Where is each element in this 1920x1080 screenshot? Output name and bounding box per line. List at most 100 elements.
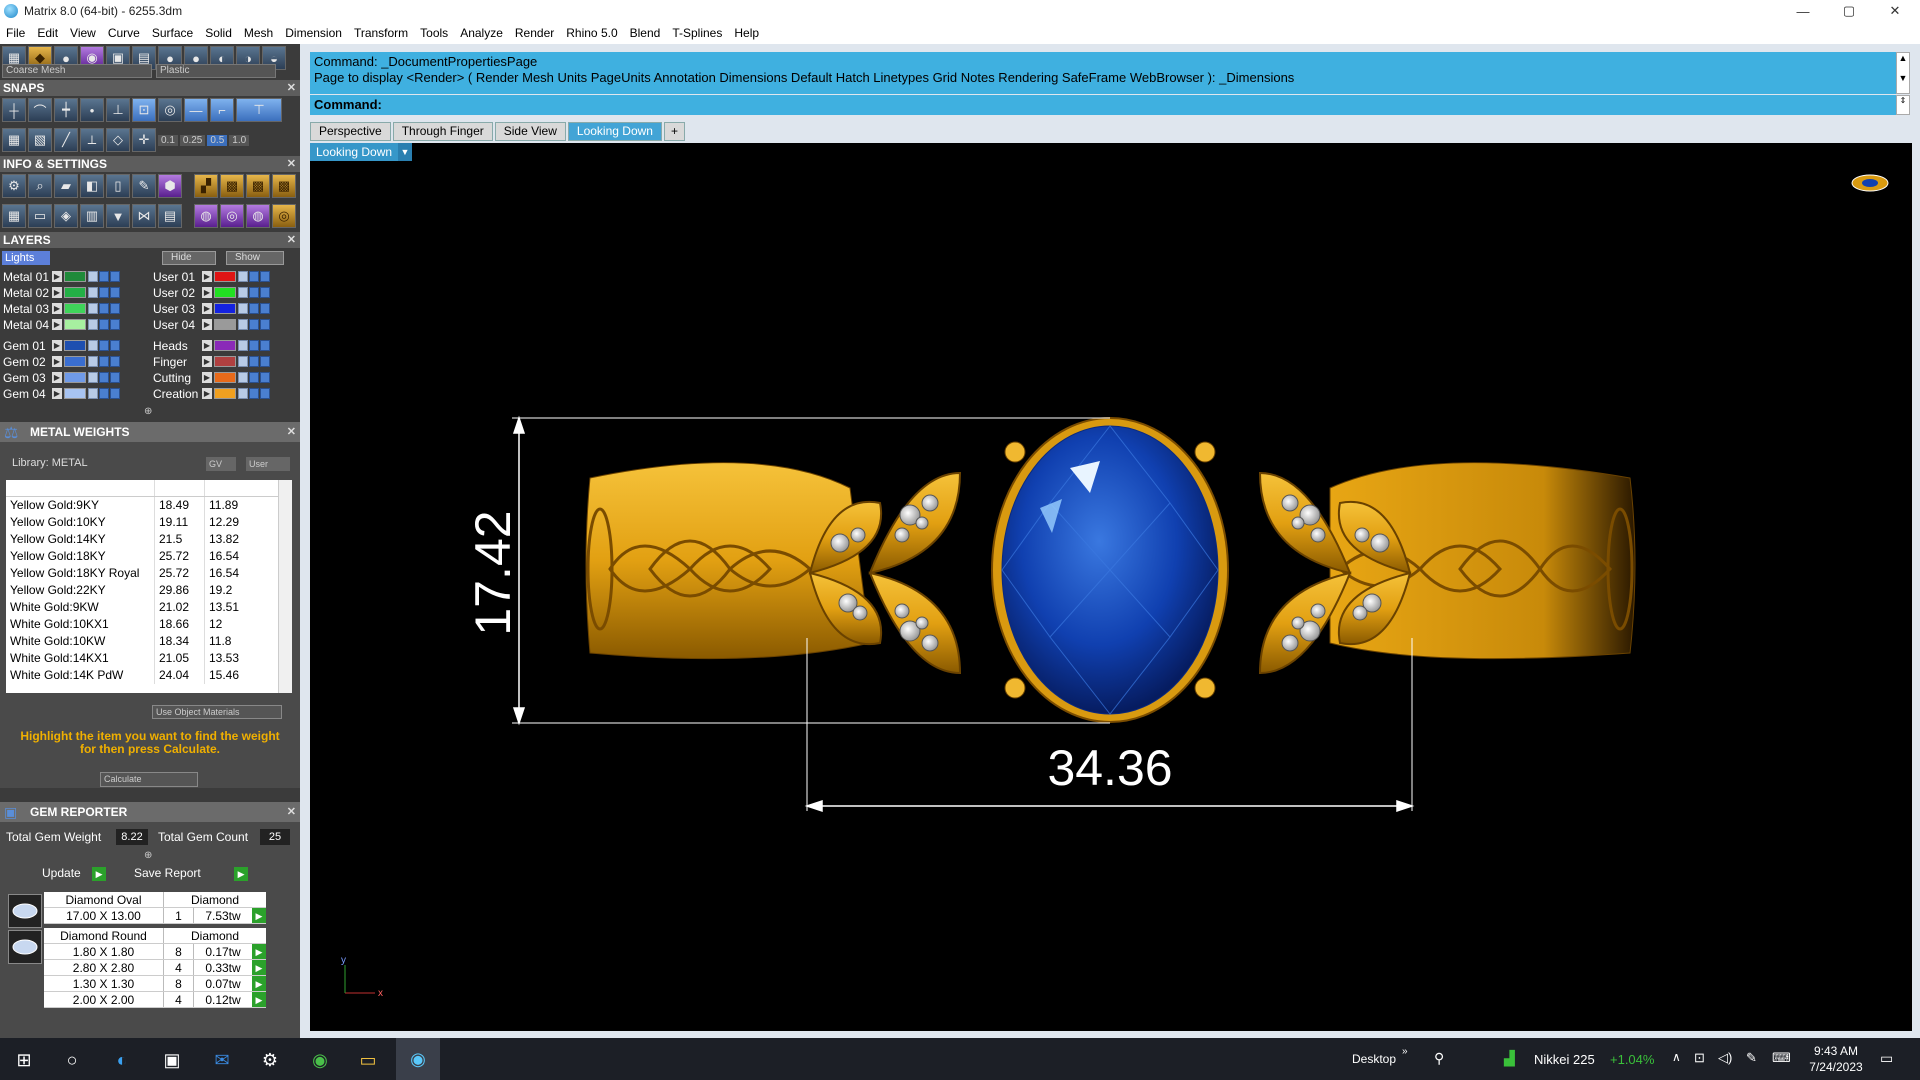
layer-visible-icon[interactable] <box>249 340 259 351</box>
command-scrollbar[interactable]: ▲ ▼ <box>1896 52 1910 94</box>
table-row[interactable]: Yellow Gold:22KY 29.86 19.2 <box>6 582 282 599</box>
layer-row[interactable]: Metal 02 ▶ <box>0 285 121 300</box>
snap-perp-icon[interactable]: ⊥ <box>106 98 130 122</box>
layer-row[interactable]: Finger ▶ <box>150 354 271 369</box>
layer-visible-icon[interactable] <box>249 388 259 399</box>
gem-row[interactable]: 2.80 X 2.80 4 0.33tw ▶ <box>44 960 266 976</box>
layer-expand-icon[interactable]: ▶ <box>202 340 212 351</box>
material-select[interactable]: Plastic <box>156 64 276 78</box>
command-spin[interactable]: ⇕ <box>1896 95 1910 115</box>
snap-diamond-icon[interactable]: ◇ <box>106 128 130 152</box>
gem-select-icon[interactable]: ▶ <box>252 992 266 1007</box>
layer-color-swatch[interactable] <box>64 319 86 330</box>
layer-visible-icon[interactable] <box>99 388 109 399</box>
ring3-icon[interactable]: ◍ <box>246 204 270 228</box>
gem-row[interactable]: 17.00 X 13.00 1 7.53tw ▶ <box>44 908 266 924</box>
table-row[interactable]: White Gold:10KW 18.34 11.8 <box>6 633 282 650</box>
snap-end-icon[interactable]: ┼ <box>2 98 26 122</box>
layer-row[interactable]: Heads ▶ <box>150 338 271 353</box>
update-button[interactable]: Update ▶ <box>42 866 107 881</box>
layer-expand-icon[interactable]: ▶ <box>52 340 62 351</box>
layer-lock-icon[interactable] <box>238 388 248 399</box>
layer-current-icon[interactable] <box>110 356 120 367</box>
layer-expand-icon[interactable]: ▶ <box>52 271 62 282</box>
layer-color-swatch[interactable] <box>64 287 86 298</box>
grid-value-3[interactable]: 0.5 <box>207 134 228 146</box>
menu-dimension[interactable]: Dimension <box>285 26 342 40</box>
table-row[interactable]: White Gold:9KW 21.02 13.51 <box>6 599 282 616</box>
user-toggle[interactable]: User <box>246 457 290 471</box>
hide-button[interactable]: Hide <box>162 251 216 265</box>
pen-icon[interactable]: ✎ <box>1746 1050 1757 1066</box>
layer-color-swatch[interactable] <box>64 388 86 399</box>
minimize-button[interactable]: — <box>1780 0 1826 22</box>
layer-lock-icon[interactable] <box>88 287 98 298</box>
layer-lock-icon[interactable] <box>88 340 98 351</box>
layer-color-swatch[interactable] <box>64 303 86 314</box>
tray-chevron-icon[interactable]: ∧ <box>1672 1050 1681 1064</box>
layer-lock-icon[interactable] <box>238 271 248 282</box>
rhino-icon[interactable]: ⚙ <box>256 1046 284 1074</box>
grid-value-4[interactable]: 1.0 <box>229 134 250 146</box>
frame-icon[interactable]: ▩ <box>220 174 244 198</box>
menu-curve[interactable]: Curve <box>108 26 140 40</box>
layer-row[interactable]: Gem 03 ▶ <box>0 370 121 385</box>
layer-expand-icon[interactable]: ▶ <box>52 372 62 383</box>
snap-mid-icon[interactable]: ┿ <box>54 98 78 122</box>
calculate-button[interactable]: Calculate <box>100 772 198 787</box>
gem-select-icon[interactable]: ▶ <box>252 976 266 991</box>
layer-expand-icon[interactable]: ▶ <box>52 319 62 330</box>
layer-expand-icon[interactable]: ▶ <box>52 356 62 367</box>
layer-color-swatch[interactable] <box>64 372 86 383</box>
layer-color-swatch[interactable] <box>214 271 236 282</box>
table-row[interactable]: White Gold:10KX1 18.66 12 <box>6 616 282 633</box>
menu-blend[interactable]: Blend <box>630 26 661 40</box>
layer-lock-icon[interactable] <box>88 319 98 330</box>
grams-header[interactable]: Grams <box>154 480 204 496</box>
menu-surface[interactable]: Surface <box>152 26 193 40</box>
layer-visible-icon[interactable] <box>99 319 109 330</box>
layer-row[interactable]: Metal 04 ▶ <box>0 317 121 332</box>
layer-lock-icon[interactable] <box>88 271 98 282</box>
gem-select-icon[interactable]: ▶ <box>252 944 266 959</box>
menu-rhino[interactable]: Rhino 5.0 <box>566 26 617 40</box>
add-tab-icon[interactable]: + <box>663 121 685 141</box>
layer-lock-icon[interactable] <box>88 388 98 399</box>
snap-quad-icon[interactable]: ⌐ <box>210 98 234 122</box>
layer-expand-icon[interactable]: ▶ <box>202 372 212 383</box>
notification-icon[interactable]: ▭ <box>1880 1050 1893 1067</box>
menu-tools[interactable]: Tools <box>420 26 448 40</box>
metal-weights-scrollbar[interactable] <box>278 480 292 693</box>
people-icon[interactable]: ⚲ <box>1434 1050 1444 1067</box>
doc-icon[interactable]: ▯ <box>106 174 130 198</box>
edge-icon[interactable]: ◐ <box>108 1046 136 1074</box>
layer-lock-icon[interactable] <box>238 287 248 298</box>
settings-icon[interactable]: ⚙ <box>2 174 26 198</box>
viewport-name-dropdown[interactable]: Looking Down ▼ <box>310 143 412 161</box>
gv-toggle[interactable]: GV <box>206 457 236 471</box>
layer-current-icon[interactable] <box>260 340 270 351</box>
gem-select-icon[interactable]: ▶ <box>252 908 266 923</box>
volume-icon[interactable]: ◁) <box>1718 1050 1732 1066</box>
app-icon[interactable]: ◉ <box>306 1046 334 1074</box>
layer-lock-icon[interactable] <box>88 372 98 383</box>
layer-row[interactable]: User 01 ▶ <box>150 269 271 284</box>
layer-visible-icon[interactable] <box>99 271 109 282</box>
tab-looking-down[interactable]: Looking Down <box>567 121 662 141</box>
cube2-icon[interactable]: ◈ <box>54 204 78 228</box>
snap-grid-icon[interactable]: ▦ <box>2 128 26 152</box>
grid-value-2[interactable]: 0.25 <box>179 134 206 146</box>
layer-visible-icon[interactable] <box>99 340 109 351</box>
metal-header[interactable]: Metal <box>6 480 154 496</box>
layer-lock-icon[interactable] <box>238 319 248 330</box>
layer-expand-icon[interactable]: ▶ <box>52 287 62 298</box>
layer-lock-icon[interactable] <box>238 356 248 367</box>
layer-visible-icon[interactable] <box>99 303 109 314</box>
snap-curve-icon[interactable]: ⌒ <box>28 98 52 122</box>
network-icon[interactable]: ⊡ <box>1694 1050 1705 1066</box>
layer-color-swatch[interactable] <box>214 303 236 314</box>
layer-current-icon[interactable] <box>110 388 120 399</box>
layer-row[interactable]: Cutting ▶ <box>150 370 271 385</box>
keyboard-icon[interactable]: ⌨ <box>1772 1050 1791 1066</box>
menu-transform[interactable]: Transform <box>354 26 408 40</box>
